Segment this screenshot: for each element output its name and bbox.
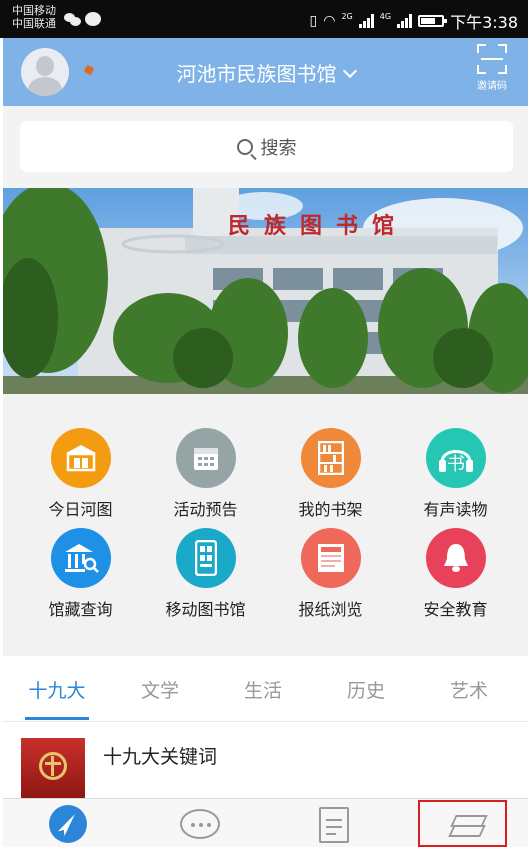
network-type-2: 4G xyxy=(379,11,392,21)
wechat-icon xyxy=(64,12,82,26)
library-name: 河池市民族图书馆 xyxy=(176,62,337,86)
feature-label: 移动图书馆 xyxy=(165,600,246,619)
mobile-library-icon xyxy=(175,528,236,588)
collection-search-icon xyxy=(50,528,111,588)
feature-label: 报纸浏览 xyxy=(298,600,363,619)
newspaper-glyph xyxy=(317,544,344,572)
bell-icon xyxy=(425,528,486,588)
feature-audiobooks[interactable]: 书 有声读物 xyxy=(393,428,518,520)
list-item[interactable]: 十九大关键词 xyxy=(3,722,528,798)
invite-code-button[interactable]: 邀请码 xyxy=(472,44,512,92)
bell-glyph xyxy=(443,544,468,572)
battery-icon xyxy=(418,15,448,27)
audiobook-icon: 书 xyxy=(425,428,486,488)
vibrate-icon: ▯ xyxy=(309,13,318,29)
feature-label: 有声读物 xyxy=(423,500,488,519)
carrier-info: 中国移动 中国联通 xyxy=(12,4,56,30)
library-icon xyxy=(50,428,111,488)
audiobook-glyph: 书 xyxy=(438,450,473,475)
library-glyph xyxy=(65,445,96,472)
nav-messages[interactable] xyxy=(155,799,245,847)
wifi-icon: ◠ xyxy=(323,13,336,29)
feature-collection-search[interactable]: 馆藏查询 xyxy=(18,528,143,620)
library-building-photo: 民族图书馆 xyxy=(3,188,528,394)
search-bar[interactable]: 搜索 xyxy=(20,121,513,172)
chevron-down-icon xyxy=(342,63,357,79)
feature-event-preview[interactable]: 活动预告 xyxy=(143,428,268,520)
clock: 下午3:38 xyxy=(450,13,518,32)
carrier-1: 中国移动 xyxy=(12,4,56,17)
highlight-box xyxy=(418,800,507,847)
tab-art[interactable]: 艺术 xyxy=(424,676,514,703)
search-section: 搜索 xyxy=(3,106,528,188)
feature-safety-education[interactable]: 安全教育 xyxy=(393,528,518,620)
search-label: 搜索 xyxy=(260,137,297,159)
signal-icon-1 xyxy=(358,14,374,28)
tab-history[interactable]: 历史 xyxy=(321,676,411,703)
active-tab-indicator xyxy=(25,717,89,720)
network-type-1: 2G xyxy=(341,11,353,21)
message-icon xyxy=(180,809,220,839)
article-title: 十九大关键词 xyxy=(103,746,218,768)
feature-label: 我的书架 xyxy=(298,500,363,519)
status-right: ▯ ◠ 2G 4G 下午3:38 xyxy=(310,9,518,33)
feature-my-bookshelf[interactable]: 我的书架 xyxy=(268,428,393,520)
mobile-library-glyph xyxy=(194,540,217,576)
article-thumbnail xyxy=(21,738,85,798)
banner-sign-text: 民族图书馆 xyxy=(228,213,408,239)
tab-19th-congress[interactable]: 十九大 xyxy=(12,676,102,703)
collection-search-glyph xyxy=(64,544,99,573)
category-tabs: 十九大 文学 生活 历史 艺术 xyxy=(3,656,528,722)
battery-fill xyxy=(421,18,436,24)
app-header: 河池市民族图书馆 邀请码 xyxy=(3,38,528,106)
feature-label: 活动预告 xyxy=(173,500,238,519)
nav-notes[interactable] xyxy=(289,799,379,847)
chat-bubble-icon xyxy=(85,12,101,26)
status-bar: 中国移动 中国联通 ▯ ◠ 2G 4G 下午3:38 xyxy=(0,0,528,38)
compass-icon xyxy=(49,805,87,843)
feature-today-hechi[interactable]: 今日河图 xyxy=(18,428,143,520)
feature-label: 今日河图 xyxy=(48,500,113,519)
scan-icon xyxy=(477,44,507,74)
feature-mobile-library[interactable]: 移动图书馆 xyxy=(143,528,268,620)
library-banner[interactable]: 民族图书馆 xyxy=(3,188,528,394)
tab-life[interactable]: 生活 xyxy=(218,676,308,703)
notification-icons xyxy=(64,12,101,26)
calendar-icon xyxy=(175,428,236,488)
carrier-2: 中国联通 xyxy=(12,17,56,30)
bookshelf-glyph xyxy=(317,441,344,475)
svg-text:书: 书 xyxy=(447,454,465,475)
tab-literature[interactable]: 文学 xyxy=(115,676,205,703)
note-icon xyxy=(319,807,349,843)
search-icon xyxy=(236,138,253,155)
feature-newspaper-browse[interactable]: 报纸浏览 xyxy=(268,528,393,620)
nav-discover[interactable] xyxy=(23,799,113,847)
invite-code-label: 邀请码 xyxy=(477,81,507,92)
feature-label: 馆藏查询 xyxy=(48,600,113,619)
calendar-glyph xyxy=(193,448,218,470)
feature-label: 安全教育 xyxy=(423,600,488,619)
bookshelf-icon xyxy=(300,428,361,488)
feature-grid: 今日河图 活动预告 我的书架 书 有声读物 馆藏查询 移动图书馆 报纸浏览 安全… xyxy=(3,394,528,656)
newspaper-icon xyxy=(300,528,361,588)
signal-icon-2 xyxy=(397,14,413,28)
library-selector[interactable]: 河池市民族图书馆 xyxy=(3,58,528,87)
